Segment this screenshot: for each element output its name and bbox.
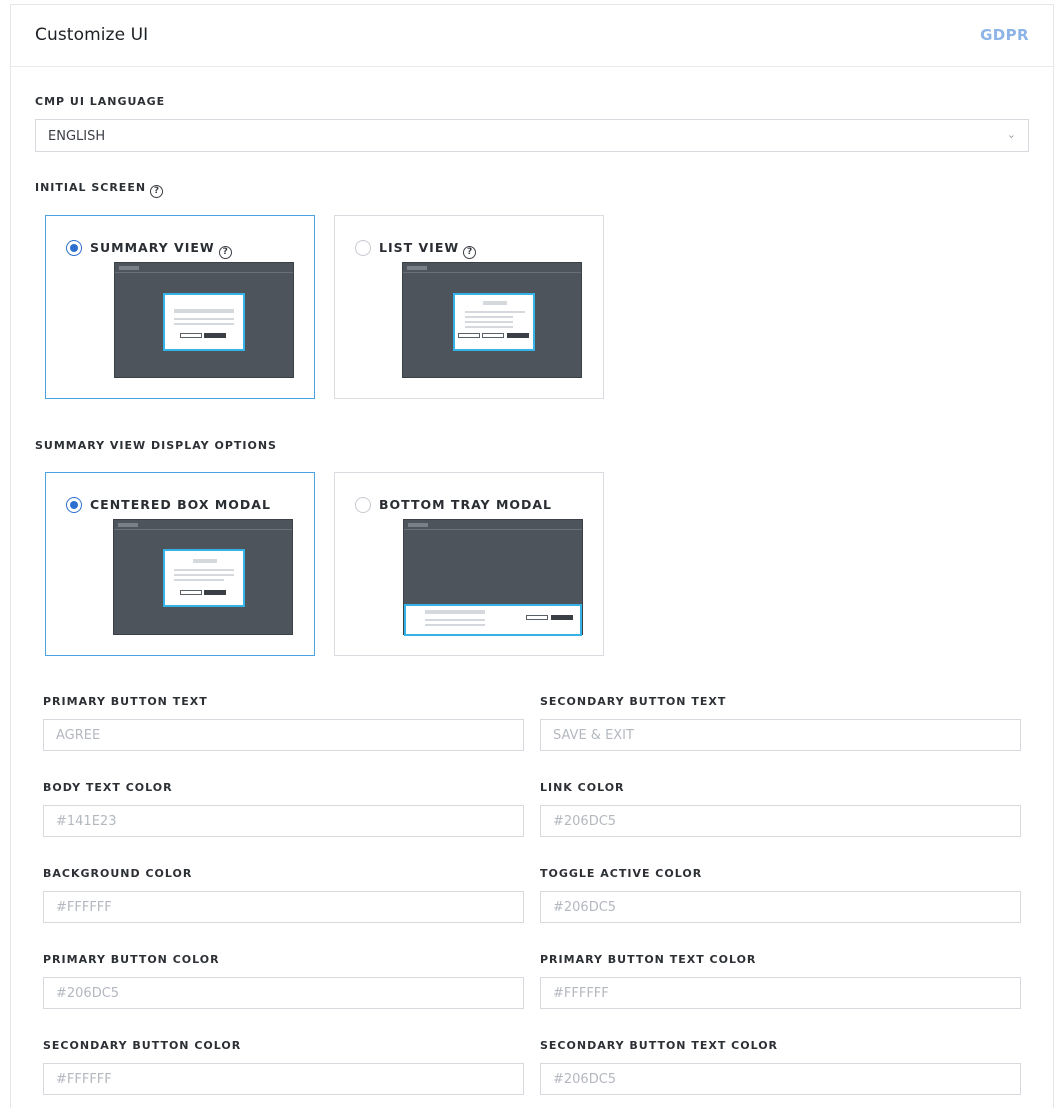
language-select[interactable]: ENGLISH ⌄ (35, 119, 1029, 152)
toggle-active-color-label: TOGGLE ACTIVE COLOR (540, 867, 703, 880)
panel-header: Customize UI GDPR (11, 5, 1053, 67)
body-text-color-input[interactable] (43, 805, 524, 837)
customize-ui-panel: Customize UI GDPR CMP UI LANGUAGE ENGLIS… (10, 4, 1054, 1108)
bottom-tray-modal-preview (403, 519, 583, 636)
initial-screen-label-text: INITIAL SCREEN (35, 181, 147, 194)
preview-modal (453, 293, 535, 351)
primary-button-color-label: PRIMARY BUTTON COLOR (43, 953, 220, 966)
chevron-down-icon: ⌄ (1006, 128, 1016, 141)
preview-top-bar (404, 520, 582, 530)
body-text-color-label: BODY TEXT COLOR (43, 781, 173, 794)
initial-screen-label: INITIAL SCREEN? (35, 181, 164, 198)
secondary-button-text-color-label: SECONDARY BUTTON TEXT COLOR (540, 1039, 779, 1052)
gdpr-link[interactable]: GDPR (980, 26, 1029, 44)
preview-top-bar (114, 520, 292, 530)
list-view-preview (402, 262, 582, 378)
secondary-button-text-input[interactable] (540, 719, 1021, 751)
option-bottom-tray-modal[interactable]: BOTTOM TRAY MODAL (334, 472, 604, 656)
option-bottom-tray-modal-label: BOTTOM TRAY MODAL (379, 497, 553, 512)
preview-modal (163, 549, 245, 607)
summary-view-preview (114, 262, 294, 378)
primary-button-color-input[interactable] (43, 977, 524, 1009)
option-list-view-label: LIST VIEW? (379, 240, 477, 259)
help-icon[interactable]: ? (150, 185, 164, 198)
option-centered-box-modal[interactable]: CENTERED BOX MODAL (45, 472, 315, 656)
radio-summary-view[interactable] (66, 240, 82, 256)
secondary-button-color-input[interactable] (43, 1063, 524, 1095)
background-color-label: BACKGROUND COLOR (43, 867, 193, 880)
toggle-active-color-input[interactable] (540, 891, 1021, 923)
preview-top-bar (403, 263, 581, 273)
secondary-button-color-label: SECONDARY BUTTON COLOR (43, 1039, 242, 1052)
link-color-input[interactable] (540, 805, 1021, 837)
primary-button-text-label: PRIMARY BUTTON TEXT (43, 695, 208, 708)
secondary-button-text-label: SECONDARY BUTTON TEXT (540, 695, 727, 708)
primary-button-text-input[interactable] (43, 719, 524, 751)
panel-title: Customize UI (35, 25, 149, 45)
display-options-label: SUMMARY VIEW DISPLAY OPTIONS (35, 439, 277, 452)
radio-bottom-tray-modal[interactable] (355, 497, 371, 513)
language-label: CMP UI LANGUAGE (35, 95, 166, 108)
option-summary-view-label: SUMMARY VIEW? (90, 240, 232, 259)
background-color-input[interactable] (43, 891, 524, 923)
option-summary-view[interactable]: SUMMARY VIEW? (45, 215, 315, 399)
link-color-label: LINK COLOR (540, 781, 625, 794)
preview-top-bar (115, 263, 293, 273)
help-icon[interactable]: ? (463, 246, 477, 259)
help-icon[interactable]: ? (218, 246, 232, 259)
radio-list-view[interactable] (355, 240, 371, 256)
option-list-view-text: LIST VIEW (379, 240, 460, 255)
primary-button-text-color-label: PRIMARY BUTTON TEXT COLOR (540, 953, 757, 966)
centered-box-modal-preview (113, 519, 293, 635)
secondary-button-text-color-input[interactable] (540, 1063, 1021, 1095)
language-selected-value: ENGLISH (48, 129, 106, 144)
option-list-view[interactable]: LIST VIEW? (334, 215, 604, 399)
preview-tray (404, 604, 582, 636)
primary-button-text-color-input[interactable] (540, 977, 1021, 1009)
preview-modal (163, 293, 245, 351)
radio-centered-box-modal[interactable] (66, 497, 82, 513)
option-centered-box-modal-label: CENTERED BOX MODAL (90, 497, 271, 512)
option-summary-view-text: SUMMARY VIEW (90, 240, 215, 255)
